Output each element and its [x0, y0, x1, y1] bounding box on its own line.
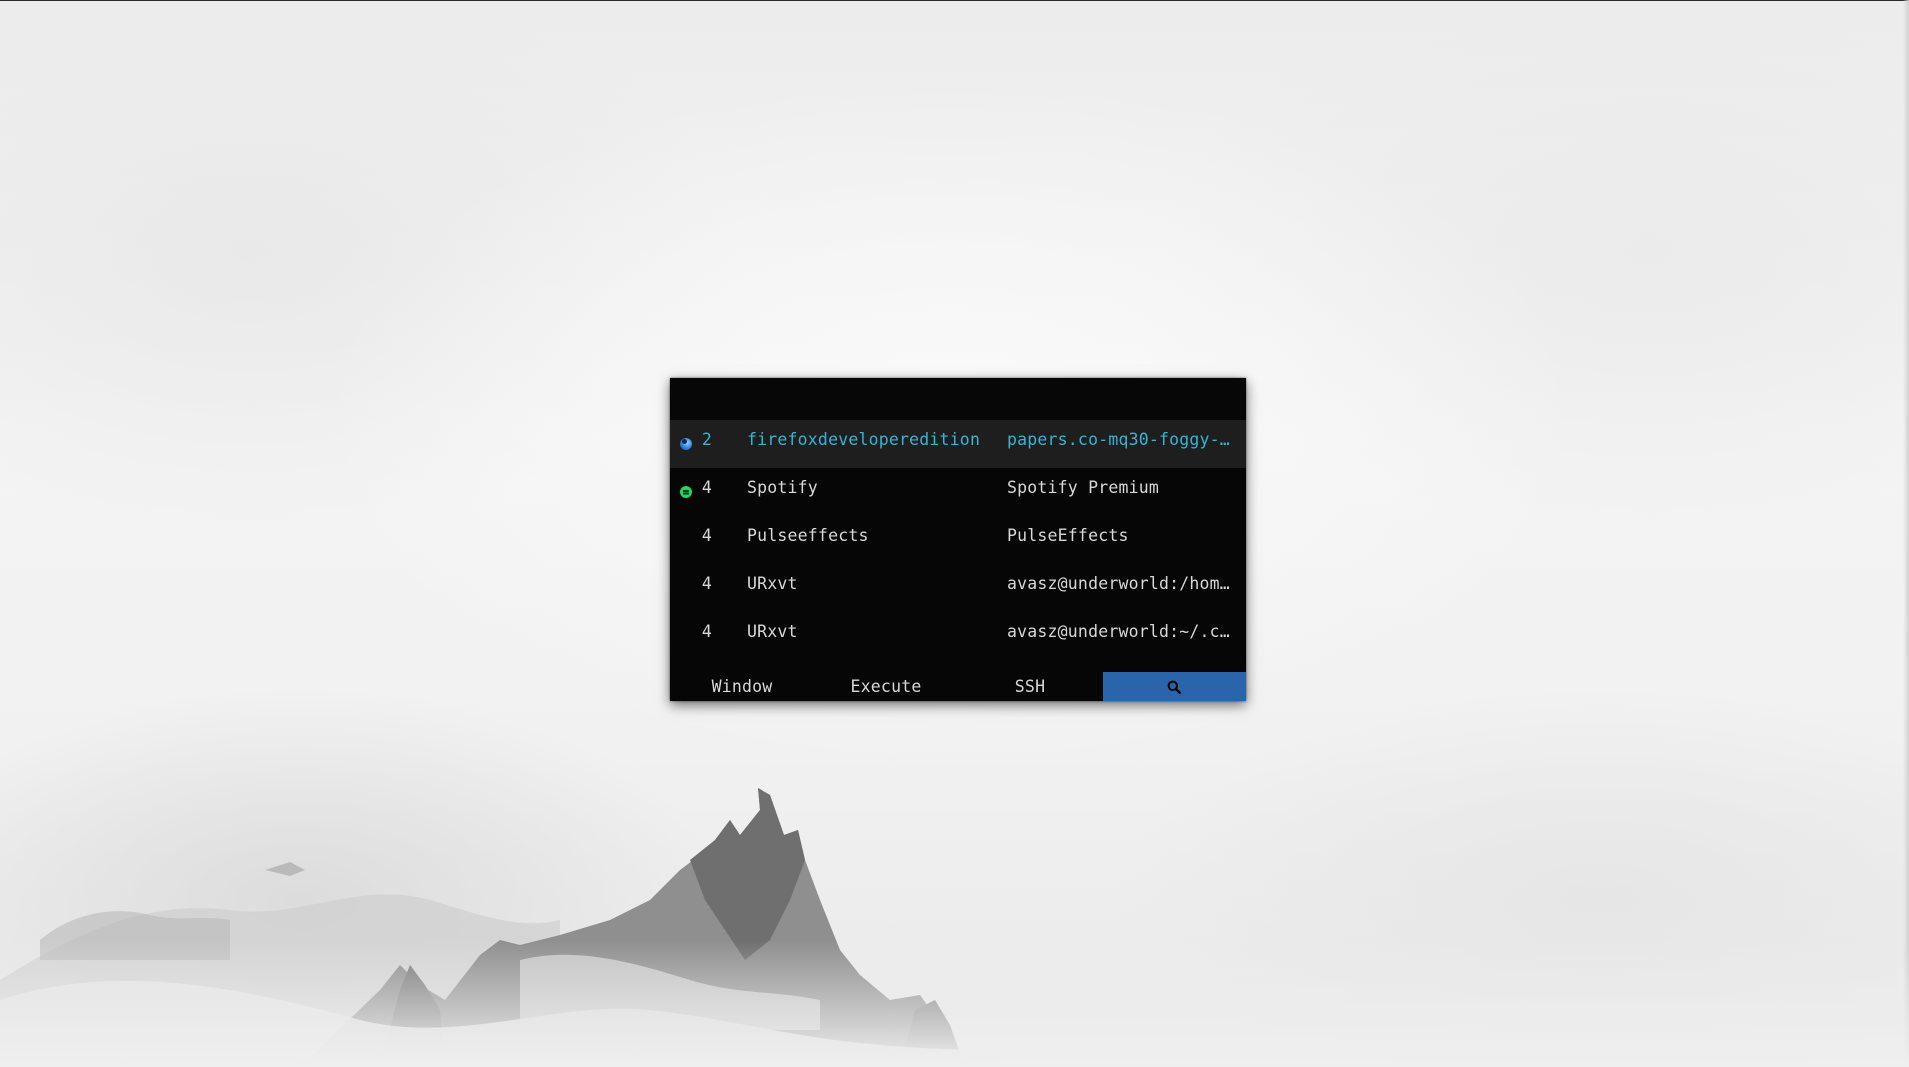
- window-list: 2 firefoxdeveloperedition papers.co-mq30…: [670, 420, 1246, 660]
- window-title: avasz@underworld:~/.c…: [1007, 622, 1230, 641]
- search-input[interactable]: [670, 378, 1246, 420]
- workspace-number: 2: [701, 430, 713, 449]
- window-title: Spotify Premium: [1007, 478, 1160, 497]
- window-class: URxvt: [747, 622, 798, 641]
- rofi-launcher: 2 firefoxdeveloperedition papers.co-mq30…: [670, 378, 1246, 701]
- spotify-icon: [680, 486, 692, 498]
- workspace-number: 4: [701, 574, 713, 593]
- firefox-icon: [680, 438, 692, 450]
- mode-ssh-button[interactable]: SSH: [958, 672, 1102, 701]
- search-icon: [1167, 680, 1181, 694]
- window-title: papers.co-mq30-foggy-…: [1007, 430, 1230, 449]
- window-title: PulseEffects: [1007, 526, 1129, 545]
- list-item[interactable]: 4 URxvt avasz@underworld:/hom…: [670, 564, 1246, 612]
- mode-window-button[interactable]: Window: [670, 672, 814, 701]
- workspace-number: 4: [701, 526, 713, 545]
- desktop-wallpaper: 2 firefoxdeveloperedition papers.co-mq30…: [0, 0, 1909, 1067]
- mode-execute-button[interactable]: Execute: [814, 672, 958, 701]
- window-class: firefoxdeveloperedition: [747, 430, 981, 449]
- list-item[interactable]: 4 Spotify Spotify Premium: [670, 468, 1246, 516]
- workspace-number: 4: [701, 622, 713, 641]
- workspace-number: 4: [701, 478, 713, 497]
- list-item[interactable]: 4 URxvt avasz@underworld:~/.c…: [670, 612, 1246, 660]
- mode-search-button[interactable]: [1103, 672, 1246, 701]
- window-class: Spotify: [747, 478, 818, 497]
- window-title: avasz@underworld:/hom…: [1007, 574, 1230, 593]
- list-item[interactable]: 4 Pulseeffects PulseEffects: [670, 516, 1246, 564]
- window-class: Pulseeffects: [747, 526, 869, 545]
- window-class: URxvt: [747, 574, 798, 593]
- mode-switcher: Window Execute SSH: [670, 672, 1246, 701]
- list-item[interactable]: 2 firefoxdeveloperedition papers.co-mq30…: [670, 420, 1246, 468]
